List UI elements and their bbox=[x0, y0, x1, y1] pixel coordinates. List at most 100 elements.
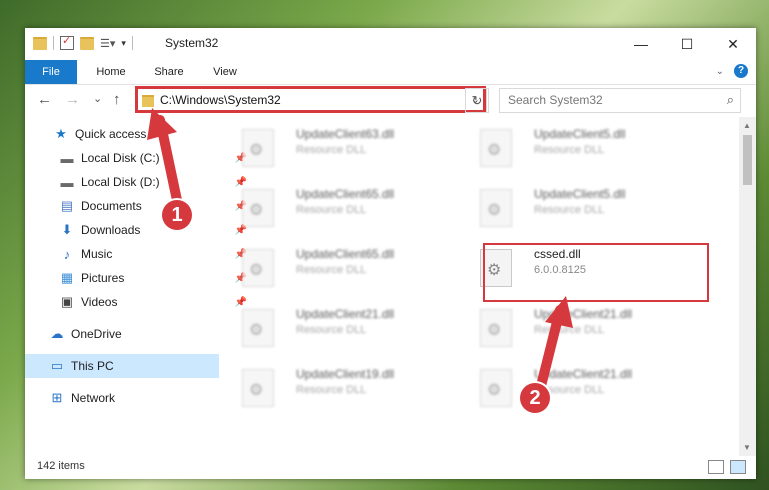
file-tile[interactable]: UpdateClient65.dll Resource DLL bbox=[222, 185, 452, 233]
details-view-icon[interactable] bbox=[708, 460, 724, 474]
dll-file-icon bbox=[242, 369, 274, 407]
tab-file[interactable]: File bbox=[25, 60, 77, 84]
dll-file-icon bbox=[242, 309, 274, 347]
address-highlight bbox=[135, 86, 486, 113]
music-icon: ♪ bbox=[63, 246, 71, 262]
sidebar-item-onedrive[interactable]: ☁ OneDrive bbox=[25, 322, 243, 346]
file-description: Resource DLL bbox=[296, 264, 367, 276]
network-icon: ⊞ bbox=[51, 390, 63, 405]
up-button[interactable]: ↑ bbox=[113, 91, 121, 108]
back-button[interactable]: ← bbox=[37, 91, 52, 108]
file-name: UpdateClient63.dll bbox=[296, 127, 395, 141]
sidebar-item-label: OneDrive bbox=[71, 327, 122, 341]
refresh-button[interactable]: ↻ bbox=[465, 88, 489, 113]
sidebar-item-label: Network bbox=[71, 391, 116, 405]
sidebar-item-label: Quick access bbox=[75, 127, 147, 141]
download-icon: ⬇ bbox=[61, 222, 73, 237]
search-box[interactable]: Search System32 ⌕ bbox=[499, 88, 741, 113]
sidebar-item-quick-access[interactable]: ★ Quick access bbox=[25, 122, 247, 146]
file-description: Resource DLL bbox=[534, 324, 605, 336]
sidebar-item-label: Local Disk (D:) bbox=[81, 175, 160, 189]
file-name: UpdateClient21.dll bbox=[534, 367, 633, 381]
cloud-icon: ☁ bbox=[50, 326, 64, 341]
drive-icon: ▬ bbox=[60, 174, 74, 190]
file-description: Resource DLL bbox=[296, 204, 367, 216]
help-icon[interactable]: ? bbox=[734, 64, 748, 78]
cssed-highlight bbox=[483, 243, 709, 302]
dll-file-icon bbox=[242, 189, 274, 227]
sidebar-item-local-disk-d[interactable]: ▬ Local Disk (D:) 📌 bbox=[25, 170, 253, 194]
sidebar-item-documents[interactable]: ▤ Documents 📌 bbox=[25, 194, 253, 218]
star-icon: ★ bbox=[55, 126, 67, 141]
quick-access-toolbar: ☰▾ ▾ bbox=[33, 34, 133, 50]
file-tile[interactable]: UpdateClient5.dll Resource DLL bbox=[460, 185, 690, 233]
sidebar-item-label: Documents bbox=[81, 199, 142, 213]
scrollbar-thumb[interactable] bbox=[743, 135, 752, 185]
step-2-badge: 2 bbox=[520, 383, 550, 413]
file-tile[interactable]: UpdateClient65.dll Resource DLL bbox=[222, 245, 452, 293]
pictures-icon: ▦ bbox=[60, 270, 74, 285]
file-description: Resource DLL bbox=[534, 144, 605, 156]
file-tile[interactable]: UpdateClient21.dll Resource DLL bbox=[460, 365, 690, 413]
file-tile[interactable]: UpdateClient5.dll Resource DLL bbox=[460, 125, 690, 173]
videos-icon: ▣ bbox=[60, 294, 74, 309]
file-tile[interactable]: UpdateClient19.dll Resource DLL bbox=[222, 365, 452, 413]
status-bar: 142 items bbox=[25, 456, 756, 479]
sidebar-item-label: Music bbox=[81, 247, 113, 261]
sidebar-item-label: This PC bbox=[71, 359, 114, 373]
item-count: 142 items bbox=[37, 460, 85, 472]
file-description: Resource DLL bbox=[534, 204, 605, 216]
search-input[interactable]: Search System32 bbox=[508, 93, 603, 107]
file-name: UpdateClient65.dll bbox=[296, 247, 395, 261]
tab-home[interactable]: Home bbox=[83, 60, 139, 84]
file-name: UpdateClient65.dll bbox=[296, 187, 395, 201]
chevron-down-icon[interactable]: ⌄ bbox=[716, 66, 724, 77]
title-bar: ☰▾ ▾ System32 — ☐ ✕ bbox=[25, 28, 756, 60]
scroll-up-icon[interactable]: ▲ bbox=[743, 121, 751, 130]
file-name: UpdateClient21.dll bbox=[296, 307, 395, 321]
dll-file-icon bbox=[480, 129, 512, 167]
computer-icon: ▭ bbox=[50, 358, 64, 373]
file-name: UpdateClient5.dll bbox=[534, 127, 626, 141]
dll-file-icon bbox=[480, 309, 512, 347]
file-name: UpdateClient21.dll bbox=[534, 307, 633, 321]
sidebar-item-local-disk-c[interactable]: ▬ Local Disk (C:) 📌 bbox=[25, 146, 253, 170]
vertical-scrollbar[interactable]: ▲ ▼ bbox=[739, 117, 756, 456]
file-name: UpdateClient5.dll bbox=[534, 187, 626, 201]
drive-icon: ▬ bbox=[60, 150, 74, 166]
minimize-button[interactable]: — bbox=[618, 28, 664, 60]
large-icons-view-icon[interactable] bbox=[730, 460, 746, 474]
dll-file-icon bbox=[242, 129, 274, 167]
rename-icon[interactable]: ☰▾ bbox=[100, 37, 115, 50]
sidebar-item-videos[interactable]: ▣ Videos 📌 bbox=[25, 290, 253, 314]
scroll-down-icon[interactable]: ▼ bbox=[743, 443, 751, 452]
documents-icon: ▤ bbox=[60, 198, 74, 213]
properties-icon[interactable] bbox=[60, 34, 74, 50]
file-tile[interactable]: UpdateClient21.dll Resource DLL bbox=[460, 305, 690, 353]
sidebar-item-downloads[interactable]: ⬇ Downloads 📌 bbox=[25, 218, 253, 242]
sidebar-item-label: Pictures bbox=[81, 271, 125, 285]
sidebar-item-pictures[interactable]: ▦ Pictures 📌 bbox=[25, 266, 253, 290]
forward-button[interactable]: → bbox=[65, 91, 80, 108]
navigation-pane: ★ Quick access ▬ Local Disk (C:) 📌 ▬ Loc… bbox=[25, 122, 247, 457]
sidebar-item-network[interactable]: ⊞ Network bbox=[25, 386, 243, 410]
maximize-button[interactable]: ☐ bbox=[664, 28, 710, 60]
dll-file-icon bbox=[480, 189, 512, 227]
sidebar-item-label: Local Disk (C:) bbox=[81, 151, 160, 165]
customize-qat-icon[interactable]: ▾ bbox=[121, 38, 126, 49]
dll-file-icon bbox=[480, 369, 512, 407]
file-tile[interactable]: UpdateClient21.dll Resource DLL bbox=[222, 305, 452, 353]
tab-view[interactable]: View bbox=[199, 60, 251, 84]
sidebar-item-label: Videos bbox=[81, 295, 118, 309]
file-tile[interactable]: UpdateClient63.dll Resource DLL bbox=[222, 125, 452, 173]
sidebar-item-this-pc[interactable]: ▭ This PC bbox=[25, 354, 219, 378]
tab-share[interactable]: Share bbox=[141, 60, 197, 84]
search-icon[interactable]: ⌕ bbox=[727, 92, 734, 108]
sidebar-item-music[interactable]: ♪ Music 📌 bbox=[25, 242, 253, 266]
file-description: Resource DLL bbox=[296, 384, 367, 396]
recent-locations-button[interactable]: ⌄ bbox=[93, 92, 102, 105]
close-button[interactable]: ✕ bbox=[710, 28, 756, 60]
step-1-badge: 1 bbox=[162, 200, 192, 230]
window-title: System32 bbox=[165, 36, 219, 50]
new-folder-icon[interactable] bbox=[80, 36, 94, 50]
